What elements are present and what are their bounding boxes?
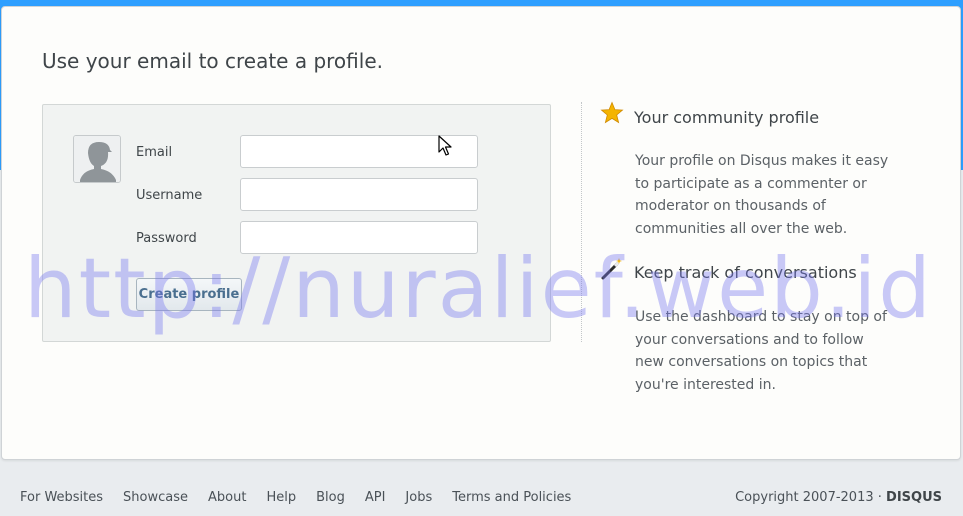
footer-link-jobs[interactable]: Jobs <box>405 490 432 505</box>
feature-body-community-profile: Your profile on Disqus makes it easy to … <box>635 153 889 237</box>
footer-link-terms[interactable]: Terms and Policies <box>452 490 571 505</box>
signup-form: Email Username Password Create profile <box>42 104 551 342</box>
feature-title-track-conversations: Keep track of conversations <box>634 263 857 282</box>
mouse-cursor-icon <box>438 135 452 161</box>
email-label: Email <box>136 145 173 160</box>
magic-wand-icon <box>600 257 624 281</box>
page-title: Use your email to create a profile. <box>42 49 383 73</box>
footer-link-for-websites[interactable]: For Websites <box>20 490 103 505</box>
feature-title-community-profile: Your community profile <box>634 108 820 127</box>
footer-link-about[interactable]: About <box>208 490 246 505</box>
footer: For Websites Showcase About Help Blog AP… <box>0 460 963 516</box>
username-field[interactable] <box>240 178 478 211</box>
avatar[interactable] <box>73 135 121 183</box>
footer-link-api[interactable]: API <box>365 490 386 505</box>
password-field[interactable] <box>240 221 478 254</box>
username-label: Username <box>136 188 203 203</box>
password-label: Password <box>136 231 197 246</box>
footer-link-showcase[interactable]: Showcase <box>123 490 188 505</box>
feature-body-track-conversations: Use the dashboard to stay on top of your… <box>635 309 887 393</box>
signup-panel: Use your email to create a profile. Emai… <box>1 6 961 460</box>
copyright-text: Copyright 2007-2013 · <box>735 490 887 505</box>
brand-name[interactable]: DISQUS <box>886 490 942 505</box>
star-icon <box>600 101 624 125</box>
footer-link-blog[interactable]: Blog <box>316 490 345 505</box>
create-profile-button[interactable]: Create profile <box>136 278 242 311</box>
copyright: Copyright 2007-2013 · DISQUS <box>735 490 942 505</box>
footer-link-help[interactable]: Help <box>266 490 296 505</box>
column-divider <box>581 102 582 342</box>
footer-links: For Websites Showcase About Help Blog AP… <box>20 490 591 505</box>
user-silhouette-icon <box>74 136 120 182</box>
